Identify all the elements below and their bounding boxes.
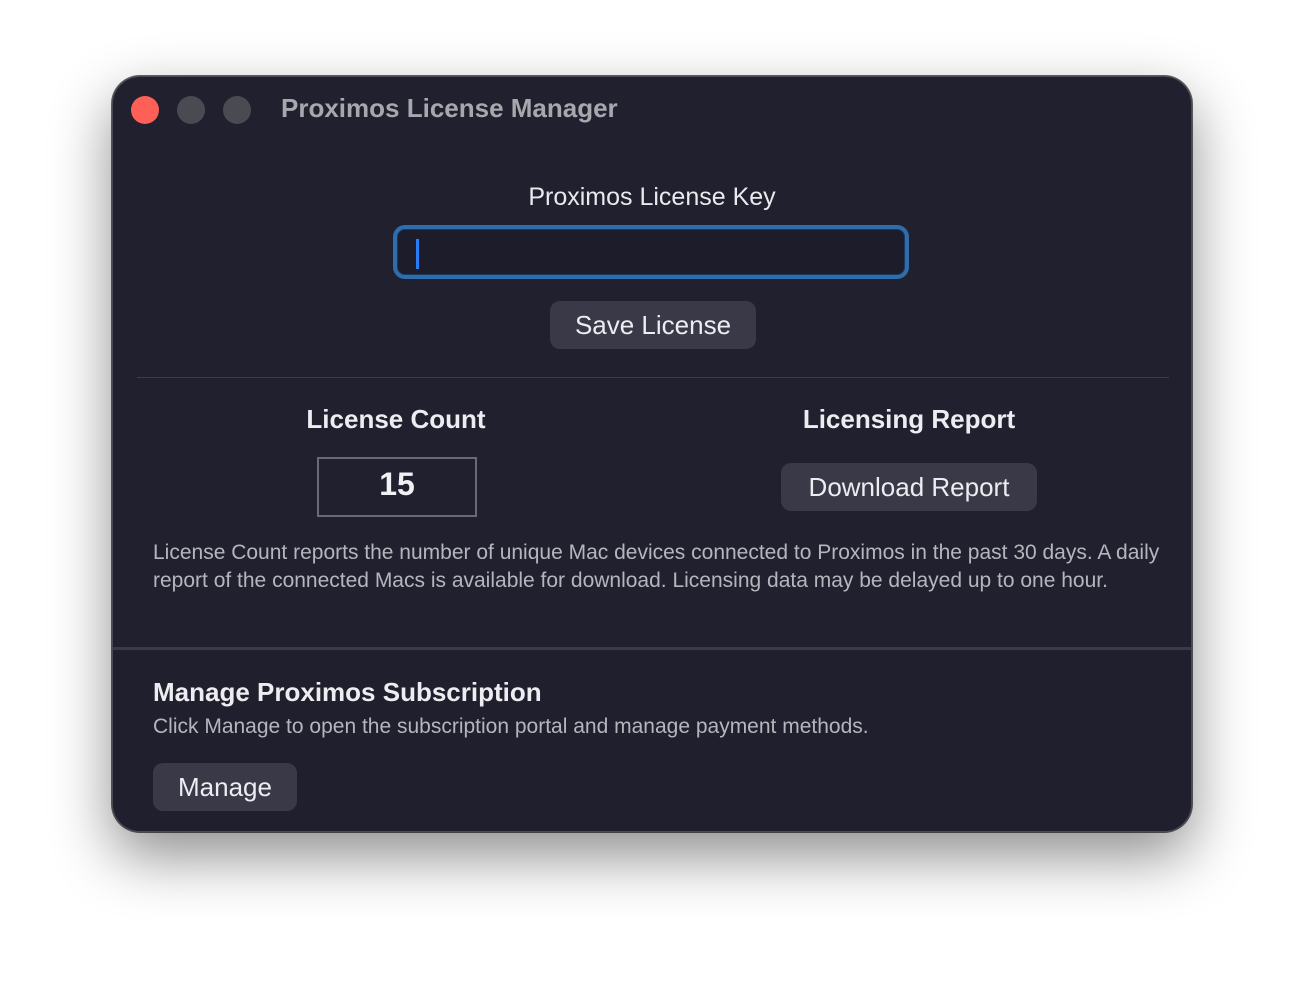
text-caret <box>416 239 419 269</box>
window-title: Proximos License Manager <box>281 93 618 123</box>
save-license-button[interactable]: Save License <box>550 301 756 349</box>
license-key-field[interactable] <box>393 225 909 279</box>
license-key-label: Proximos License Key <box>528 183 776 211</box>
maximize-window-icon[interactable] <box>223 96 251 124</box>
title-bar[interactable]: Proximos License Manager <box>113 77 1191 139</box>
licensing-report-heading: Licensing Report <box>802 404 1016 434</box>
license-count-description: License Count reports the number of uniq… <box>153 541 1160 592</box>
minimize-window-icon[interactable] <box>177 96 205 124</box>
license-key-input[interactable] <box>409 235 893 271</box>
license-count-heading: License Count <box>306 404 486 434</box>
download-report-button[interactable]: Download Report <box>781 463 1037 511</box>
manage-button[interactable]: Manage <box>153 763 297 811</box>
close-window-icon[interactable] <box>131 96 159 124</box>
subscription-description: Click Manage to open the subscription po… <box>153 715 869 738</box>
subscription-heading: Manage Proximos Subscription <box>153 677 542 707</box>
license-count-value: 15 <box>317 457 477 517</box>
section-divider <box>137 377 1169 378</box>
license-manager-window: Proximos License Manager Proximos Licens… <box>112 76 1192 832</box>
